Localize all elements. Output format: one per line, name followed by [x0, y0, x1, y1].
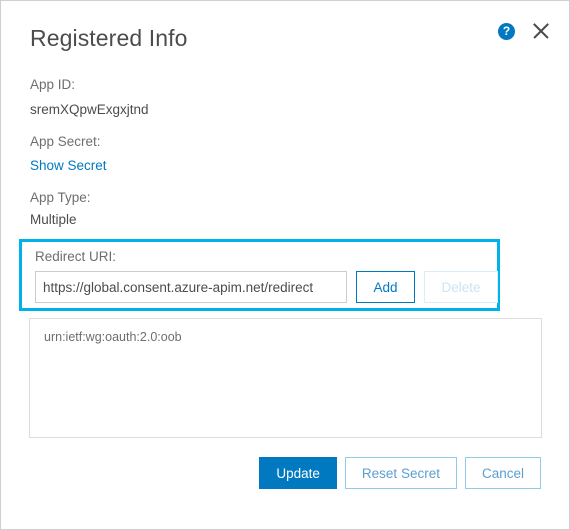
app-id-value: sremXQpwExgxjtnd [30, 102, 149, 117]
list-item[interactable]: urn:ietf:wg:oauth:2.0:oob [30, 319, 541, 344]
dialog-header: Registered Info ? [1, 1, 569, 63]
reset-secret-button[interactable]: Reset Secret [344, 457, 457, 489]
redirect-uri-label: Redirect URI: [35, 249, 117, 264]
redirect-uri-listbox[interactable]: urn:ietf:wg:oauth:2.0:oob [29, 318, 542, 438]
help-icon[interactable]: ? [498, 22, 515, 40]
registered-info-dialog: Registered Info ? App ID: sremXQpwExgxjt… [0, 0, 570, 530]
add-button[interactable]: Add [356, 271, 415, 303]
close-icon[interactable] [530, 20, 552, 42]
cancel-button[interactable]: Cancel [464, 457, 541, 489]
app-secret-label: App Secret: [30, 134, 101, 149]
header-actions: ? [498, 20, 552, 42]
app-id-label: App ID: [30, 77, 76, 92]
app-type-label: App Type: [30, 190, 91, 205]
redirect-uri-highlight: Redirect URI: Add Delete [19, 239, 500, 311]
redirect-uri-input[interactable] [35, 271, 347, 303]
update-button[interactable]: Update [259, 457, 337, 489]
page-title: Registered Info [30, 25, 188, 51]
show-secret-link[interactable]: Show Secret [30, 158, 107, 173]
delete-button[interactable]: Delete [424, 271, 498, 303]
app-type-value: Multiple [30, 212, 77, 227]
dialog-footer: Update Reset Secret Cancel [259, 457, 541, 489]
redirect-uri-row: Add Delete [35, 271, 498, 303]
